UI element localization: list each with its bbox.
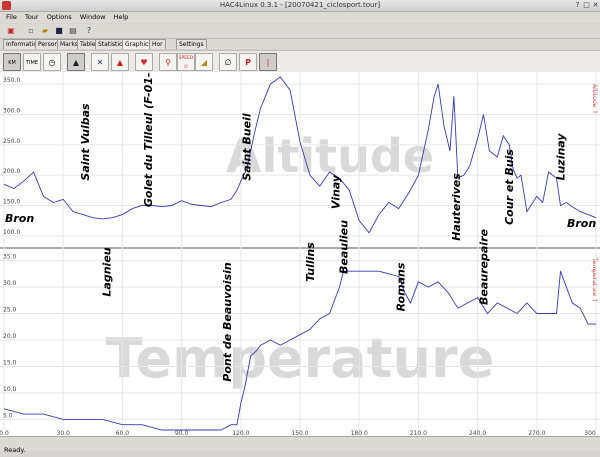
temperature-tick-label: 5.0 — [3, 412, 13, 419]
altitude-mountain-icon[interactable]: ▲ — [67, 53, 85, 71]
time-axis-button[interactable]: TIME — [23, 53, 41, 71]
temperature-tick-label: 10.0 — [3, 386, 17, 393]
place-label: Beaurepaire — [478, 228, 491, 304]
title-bar: HAC4Linux 0.3.1 - [20070421_ciclosport.t… — [0, 0, 600, 12]
clock-icon[interactable]: ◷ — [43, 53, 61, 71]
menu-options[interactable]: Options — [47, 12, 72, 23]
heart-rate-icon[interactable]: ♥ — [135, 53, 153, 71]
menu-bar: File Tour Options Window Help — [0, 12, 600, 23]
help-icon[interactable]: ? — [84, 26, 94, 36]
menu-file[interactable]: File — [6, 12, 17, 23]
place-label: Pont de Beauvoisin — [221, 262, 234, 382]
place-label: Lagnieu — [101, 247, 114, 296]
place-label: Hauterives — [450, 173, 463, 241]
graph-area[interactable]: Altitude Temperature Altitude ↑ Temperat… — [0, 37, 600, 437]
altitude-tick-label: 350.0 — [3, 77, 20, 84]
place-label: Romans — [395, 262, 408, 311]
maximize-window-button[interactable]: □ — [582, 1, 591, 10]
altitude-tick-label: 300.0 — [3, 107, 20, 114]
place-label: Vinay — [330, 174, 343, 209]
tab-settings[interactable]: Settings — [176, 39, 207, 49]
temperature-tick-label: 35.0 — [3, 254, 17, 261]
km-axis-button[interactable]: KM — [3, 53, 21, 71]
close-window-button[interactable]: ✕ — [591, 1, 600, 10]
place-label: Beaulieu — [337, 220, 350, 274]
place-label: Cour et Buis — [503, 149, 516, 225]
altitude-temperature-chart: Altitude Temperature Altitude ↑ Temperat… — [0, 37, 600, 437]
menu-tour[interactable]: Tour — [25, 12, 39, 23]
avg-speed-icon[interactable]: SPEED ∅ — [177, 53, 195, 71]
place-label: Golet du Tilleul (F-01-0229) — [142, 72, 155, 207]
place-label: Tullins — [304, 242, 317, 282]
altitude-tick-label: 250.0 — [3, 138, 20, 145]
device-icon[interactable]: ▣ — [6, 26, 16, 36]
status-bar: Ready. — [0, 436, 600, 454]
temperature-axis-label: Temperature ↑ — [591, 257, 598, 303]
tab-bar: Information Person Marks Table Statistic… — [0, 39, 600, 49]
temperature-tick-label: 25.0 — [3, 307, 17, 314]
place-label: Saint Vulbas — [79, 103, 92, 181]
new-file-icon[interactable]: ▫ — [26, 26, 36, 36]
altitude-axis-label: Altitude ↑ — [591, 84, 598, 114]
altitude-tick-label: 100.0 — [3, 229, 20, 236]
temperature-tick-label: 30.0 — [3, 280, 17, 287]
power-label: P — [245, 58, 251, 67]
tab-hor[interactable]: Hor — [149, 39, 166, 49]
menu-window[interactable]: Window — [80, 12, 106, 23]
place-label: Bron — [567, 217, 596, 230]
thermometer-icon[interactable]: ⚲ — [159, 53, 177, 71]
place-label: Luzinay — [555, 133, 568, 181]
temperature-tick-label: 15.0 — [3, 359, 17, 366]
save-icon[interactable]: ■ — [54, 26, 64, 36]
print-icon[interactable]: ▤ — [68, 26, 78, 36]
cyclist-icon[interactable]: ✕ — [91, 53, 109, 71]
temperature-icon[interactable]: ❘ — [259, 53, 277, 71]
place-label: Saint Bueil — [241, 113, 254, 180]
menu-help[interactable]: Help — [114, 12, 129, 23]
temperature-tick-label: 20.0 — [3, 333, 17, 340]
help-window-button[interactable]: ? — [573, 1, 582, 10]
km-label: KM — [8, 60, 16, 66]
open-folder-icon[interactable]: ▰ — [40, 26, 50, 36]
cadence-icon[interactable]: ◢ — [195, 53, 213, 71]
window-title: HAC4Linux 0.3.1 - [20070421_ciclosport.t… — [219, 1, 381, 9]
status-text: Ready. — [4, 446, 26, 454]
altitude-tick-label: 150.0 — [3, 199, 20, 206]
place-label: Bron — [5, 212, 34, 225]
time-label: TIME — [25, 60, 38, 66]
main-toolbar: ▣ ▫ ▰ ■ ▤ ? — [0, 24, 600, 39]
altitude-tick-label: 200.0 — [3, 168, 20, 175]
speed-label: SPEED — [178, 56, 194, 61]
climb-icon[interactable]: ▲ — [111, 53, 129, 71]
graphics-toolbar: KM TIME ◷ ▲ ✕ ▲ ♥ ⚲ SPEED ∅ ◢ ∅ P ❘ — [0, 50, 600, 74]
average-icon[interactable]: ∅ — [219, 53, 237, 71]
power-icon[interactable]: P — [239, 53, 257, 71]
